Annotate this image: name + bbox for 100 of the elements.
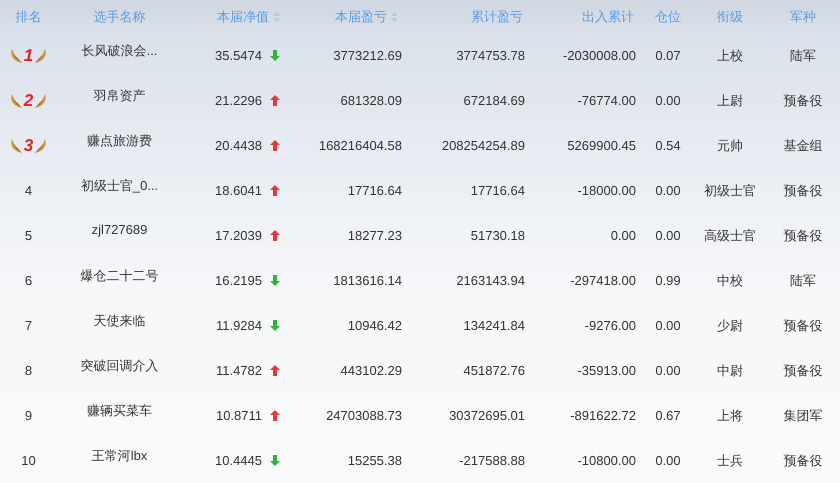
rank-number: 9 bbox=[24, 408, 32, 423]
laurel-icon bbox=[10, 48, 23, 64]
table-cell: 24703088.73 bbox=[326, 408, 402, 423]
table-cell: 11.9284 bbox=[216, 318, 262, 333]
table-cell: -10800.00 bbox=[577, 453, 636, 468]
rank-number: 5 bbox=[24, 228, 32, 243]
table-cell: 预备役 bbox=[784, 182, 822, 200]
table-cell: 上尉 bbox=[717, 92, 743, 110]
table-cell: 681328.09 bbox=[340, 93, 402, 108]
table-cell: 443102.29 bbox=[340, 363, 402, 378]
player-name[interactable]: 长风破浪会... bbox=[82, 42, 158, 60]
column-header: 仓位 bbox=[655, 8, 681, 26]
player-name[interactable]: 羽帛资产 bbox=[94, 87, 146, 105]
table-cell: 35.5474 bbox=[215, 48, 262, 63]
table-cell: -891622.72 bbox=[570, 408, 636, 423]
table-cell: 0.00 bbox=[610, 228, 636, 243]
player-name[interactable]: 赚辆买菜车 bbox=[87, 402, 152, 420]
table-cell: 集团军 bbox=[784, 406, 822, 424]
player-name[interactable]: 爆仓二十二号 bbox=[80, 267, 158, 285]
table-cell: 20.4438 bbox=[215, 138, 262, 153]
sort-icon[interactable] bbox=[273, 12, 280, 22]
player-name[interactable]: 初级士官_0... bbox=[80, 177, 158, 195]
player-name[interactable]: 天使来临 bbox=[94, 312, 146, 330]
sort-icon[interactable] bbox=[391, 12, 398, 22]
table-cell: 208254254.89 bbox=[442, 138, 525, 153]
table-cell: 2163143.94 bbox=[456, 273, 525, 288]
table-cell: 上校 bbox=[717, 46, 743, 64]
table-cell: 451872.76 bbox=[464, 363, 525, 378]
table-cell: 17716.64 bbox=[348, 183, 402, 198]
table-cell: -2030008.00 bbox=[562, 48, 636, 63]
column-header: 衔级 bbox=[717, 8, 743, 26]
table-cell: 0.00 bbox=[655, 318, 681, 333]
table-cell: 0.00 bbox=[655, 363, 681, 378]
table-cell: 16.2195 bbox=[215, 273, 262, 288]
table-cell: 10.4445 bbox=[215, 453, 262, 468]
table-cell: 陆军 bbox=[790, 46, 816, 64]
table-cell: 0.00 bbox=[655, 453, 681, 468]
rank-number: 3 bbox=[24, 136, 34, 156]
table-cell: 预备役 bbox=[784, 316, 822, 334]
table-cell: -18000.00 bbox=[577, 183, 636, 198]
table-cell: 0.07 bbox=[655, 48, 681, 63]
table-cell: 基金组 bbox=[784, 136, 822, 154]
table-cell: 17716.64 bbox=[470, 183, 525, 198]
table-cell: 51730.18 bbox=[470, 228, 525, 243]
table-cell: 3773212.69 bbox=[333, 48, 402, 63]
table-cell: 陆军 bbox=[790, 272, 816, 290]
column-header: 军种 bbox=[790, 8, 816, 26]
laurel-icon bbox=[34, 48, 48, 64]
table-cell: 初级士官 bbox=[704, 182, 756, 200]
table-cell: 预备役 bbox=[784, 92, 822, 110]
table-cell: 134241.84 bbox=[464, 318, 525, 333]
table-cell: 30372695.01 bbox=[449, 408, 525, 423]
table-cell: 0.00 bbox=[655, 183, 681, 198]
table-cell: 21.2296 bbox=[215, 93, 262, 108]
table-cell: 士兵 bbox=[717, 452, 743, 470]
table-cell: 中校 bbox=[717, 272, 743, 290]
player-name[interactable]: 赚点旅游费 bbox=[87, 132, 152, 150]
table-cell: 预备役 bbox=[784, 226, 822, 244]
table-cell: 15255.38 bbox=[348, 453, 402, 468]
table-cell: -297418.00 bbox=[570, 273, 636, 288]
table-cell: -76774.00 bbox=[577, 93, 636, 108]
laurel-icon bbox=[10, 92, 23, 108]
table-cell: 0.00 bbox=[655, 93, 681, 108]
table-cell: 高级士官 bbox=[704, 226, 756, 244]
table-cell: 少尉 bbox=[717, 316, 743, 334]
table-cell: 672184.69 bbox=[464, 93, 525, 108]
rank-number: 1 bbox=[24, 46, 34, 66]
table-cell: 元帅 bbox=[717, 136, 743, 154]
table-cell: -35913.00 bbox=[577, 363, 636, 378]
table-cell: 中尉 bbox=[717, 362, 743, 380]
table-cell: -217588.88 bbox=[459, 453, 525, 468]
table-cell: 0.54 bbox=[655, 138, 681, 153]
table-cell: 168216404.58 bbox=[318, 138, 402, 153]
laurel-icon bbox=[34, 138, 48, 154]
table-cell: 0.67 bbox=[655, 408, 681, 423]
table-cell: 10.8711 bbox=[216, 408, 262, 423]
column-header: 选手名称 bbox=[94, 8, 146, 26]
column-header: 排名 bbox=[16, 8, 42, 26]
laurel-icon bbox=[10, 138, 23, 154]
table-cell: 0.00 bbox=[655, 228, 681, 243]
player-name[interactable]: 突破回调介入 bbox=[80, 357, 158, 375]
table-cell: 0.99 bbox=[655, 273, 681, 288]
table-cell: 17.2039 bbox=[215, 228, 262, 243]
rank-number: 6 bbox=[24, 273, 32, 288]
player-name[interactable]: zjl727689 bbox=[92, 222, 148, 237]
table-cell: 11.4782 bbox=[216, 363, 262, 378]
table-cell: -9276.00 bbox=[584, 318, 636, 333]
table-cell: 18.6041 bbox=[215, 183, 262, 198]
table-cell: 18277.23 bbox=[348, 228, 402, 243]
rank-number: 4 bbox=[24, 183, 32, 198]
table-cell: 预备役 bbox=[784, 452, 822, 470]
laurel-icon bbox=[34, 92, 48, 108]
rank-number: 8 bbox=[24, 363, 32, 378]
table-cell: 10946.42 bbox=[348, 318, 402, 333]
table-cell: 3774753.78 bbox=[456, 48, 525, 63]
column-header: 出入累计 bbox=[582, 8, 634, 26]
rank-number: 7 bbox=[24, 318, 32, 333]
player-name[interactable]: 王常河lbx bbox=[92, 447, 148, 465]
rank-number: 2 bbox=[24, 90, 34, 110]
table-cell: 5269900.45 bbox=[567, 138, 636, 153]
